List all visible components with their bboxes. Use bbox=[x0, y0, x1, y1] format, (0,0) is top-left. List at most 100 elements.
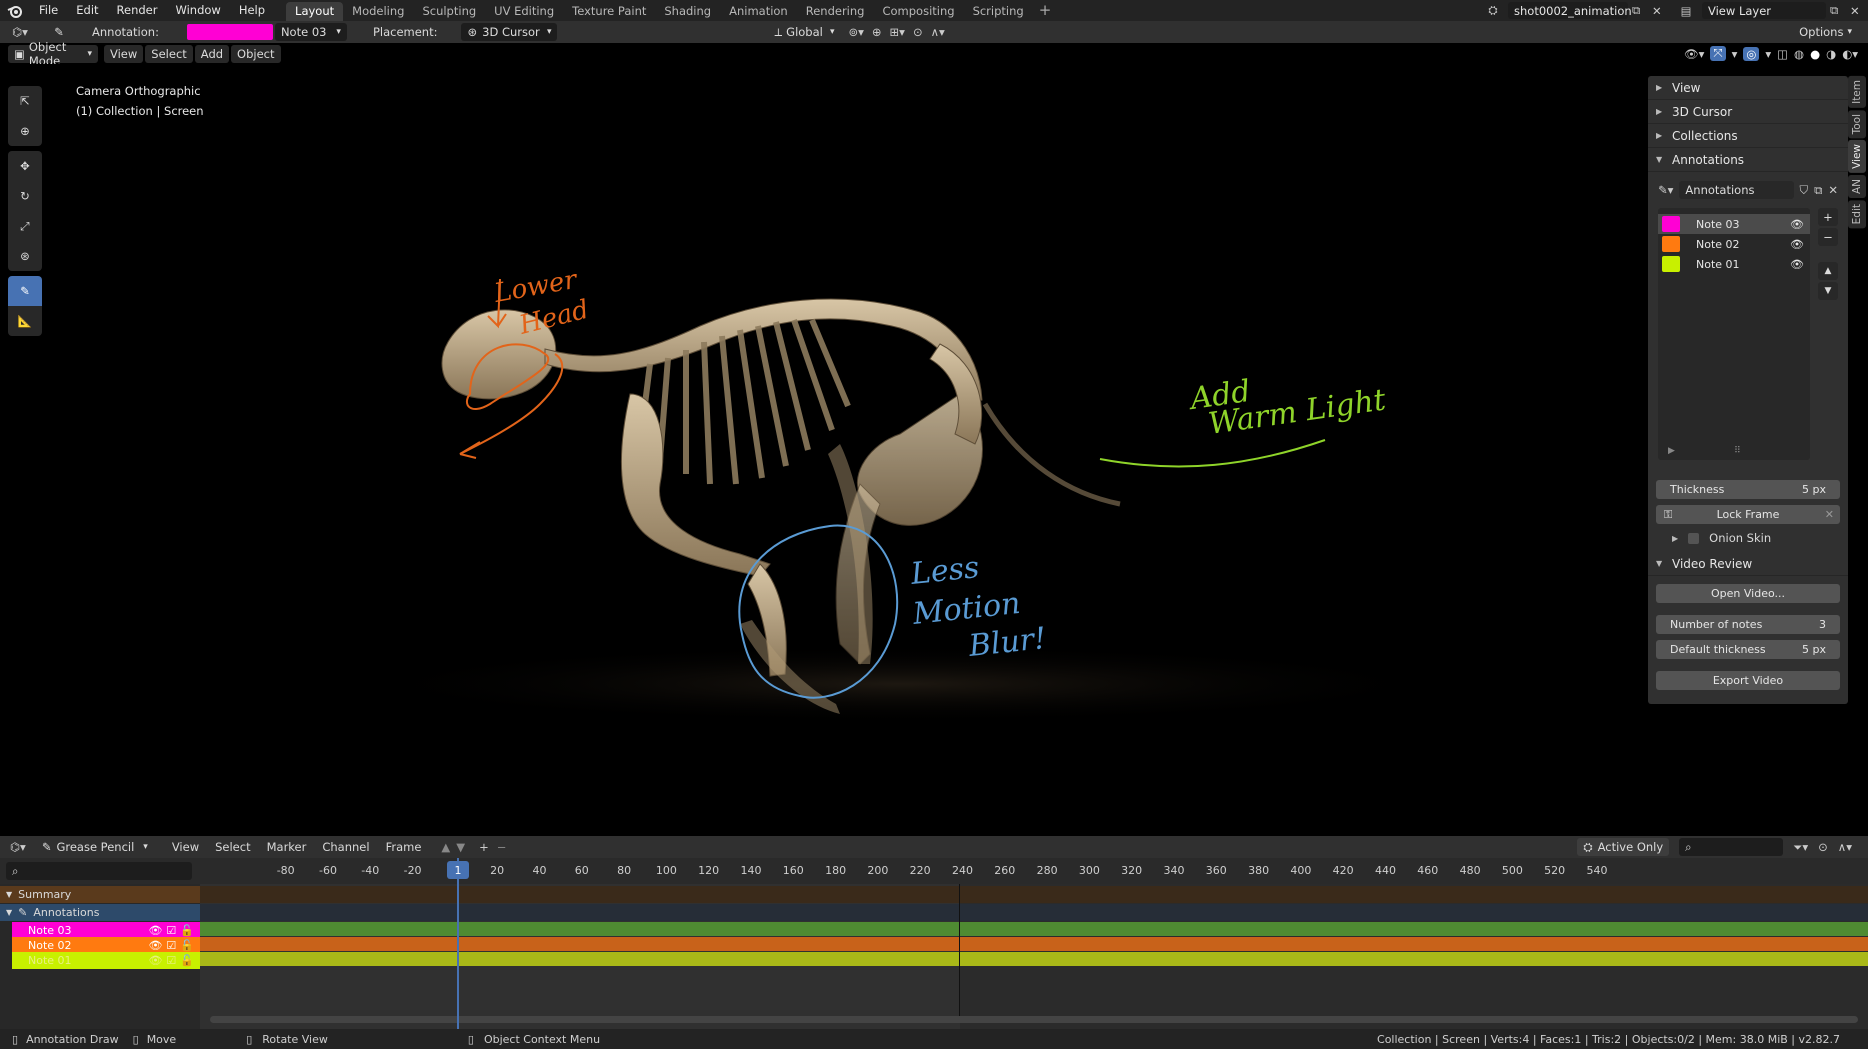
workspace-tab-scripting[interactable]: Scripting bbox=[964, 2, 1033, 21]
onion-skin-checkbox[interactable] bbox=[1688, 532, 1700, 544]
viewport-menu-view[interactable]: View bbox=[104, 44, 144, 63]
annotation-datablock-icon[interactable]: ✎▾ bbox=[1658, 183, 1673, 197]
workspace-tab-sculpting[interactable]: Sculpting bbox=[413, 2, 485, 21]
open-video-button[interactable]: Open Video... bbox=[1656, 584, 1840, 603]
viewport-menu-select[interactable]: Select bbox=[145, 44, 193, 63]
channel-onion-icon[interactable]: ☑ bbox=[166, 939, 176, 952]
object-mode-dropdown[interactable]: ▣ Object Mode ▾ bbox=[8, 40, 98, 68]
channel-visibility-icon[interactable]: 👁 bbox=[148, 939, 162, 952]
video-review-section[interactable]: ▼ Video Review bbox=[1648, 552, 1848, 576]
layer-row-note-03[interactable]: Note 03 👁 bbox=[1658, 214, 1810, 234]
rotate-tool-icon[interactable]: ↻ bbox=[8, 181, 42, 211]
channel-lock-icon[interactable]: 🔓 bbox=[180, 924, 194, 937]
active-only-toggle[interactable]: ⛭ Active Only bbox=[1577, 838, 1670, 856]
select-tool-icon[interactable]: ⇱ bbox=[8, 86, 42, 116]
sidebar-tab-item[interactable]: Item bbox=[1848, 76, 1866, 108]
layer-visibility-icon[interactable]: 👁 bbox=[1790, 238, 1804, 251]
dopesheet-menu-channel[interactable]: Channel bbox=[314, 840, 377, 854]
visibility-icon[interactable]: 👁▾ bbox=[1684, 47, 1704, 61]
scene-name-field[interactable]: shot0002_animation bbox=[1508, 2, 1632, 19]
keyframe-bar-note-03[interactable] bbox=[200, 922, 1868, 936]
export-video-button[interactable]: Export Video bbox=[1656, 671, 1840, 690]
channel-onion-icon[interactable]: ☑ bbox=[166, 924, 176, 937]
workspace-tab-compositing[interactable]: Compositing bbox=[873, 2, 963, 21]
annotation-color-swatch[interactable] bbox=[186, 24, 273, 40]
transform-tool-icon[interactable]: ⊛ bbox=[8, 241, 42, 271]
proportional-edit-icon[interactable]: ⊙ bbox=[913, 25, 923, 39]
dopesheet-falloff-icon[interactable]: ∧▾ bbox=[1838, 840, 1852, 854]
transform-orientation-dropdown[interactable]: ⟂ Global ▾ bbox=[768, 23, 841, 41]
dopesheet-menu-marker[interactable]: Marker bbox=[259, 840, 315, 854]
proportional-icon[interactable]: ⊙ bbox=[1818, 840, 1828, 854]
3d-viewport[interactable]: Camera Orthographic (1) Collection | Scr… bbox=[0, 64, 1868, 834]
unlink-datablock-icon[interactable]: ✕ bbox=[1828, 183, 1838, 197]
copy-scene-icon[interactable]: ⧉ bbox=[1632, 3, 1648, 18]
summary-channel[interactable]: ▼ Summary bbox=[0, 886, 200, 903]
thickness-field[interactable]: Thickness 5 px bbox=[1656, 480, 1840, 499]
xray-icon[interactable]: ◫ bbox=[1777, 47, 1788, 61]
overlay-icon[interactable]: ◎ bbox=[1743, 46, 1760, 61]
annotate-tool-icon[interactable]: ✎ bbox=[8, 276, 42, 306]
menu-help[interactable]: Help bbox=[230, 0, 274, 21]
sidebar-section-view[interactable]: ▶ View bbox=[1648, 76, 1848, 100]
dopesheet-editor-type-icon[interactable]: ⌬▾ bbox=[10, 840, 26, 854]
pivot-icon[interactable]: ⊚▾ bbox=[848, 25, 863, 39]
channel-lock-icon[interactable]: 🔓 bbox=[180, 954, 194, 967]
editor-type-icon[interactable]: ⌬▾ bbox=[0, 23, 40, 41]
menu-window[interactable]: Window bbox=[166, 0, 229, 21]
viewport-menu-add[interactable]: Add bbox=[194, 44, 230, 63]
move-tool-icon[interactable]: ✥ bbox=[8, 151, 42, 181]
list-resize-grip[interactable]: ▶ ⠿ bbox=[1658, 446, 1810, 456]
move-layer-up-button[interactable]: ▲ bbox=[1818, 262, 1838, 280]
remove-layer-button[interactable]: − bbox=[1818, 228, 1838, 246]
layer-visibility-icon[interactable]: 👁 bbox=[1790, 218, 1804, 231]
sidebar-section-annotations[interactable]: ▼ Annotations bbox=[1648, 148, 1848, 172]
default-thickness-field[interactable]: Default thickness 5 px bbox=[1656, 640, 1840, 659]
layer-color-swatch[interactable] bbox=[1662, 236, 1680, 252]
view-layer-icon[interactable]: ▤ bbox=[1674, 4, 1698, 18]
sidebar-section-collections[interactable]: ▶ Collections bbox=[1648, 124, 1848, 148]
falloff-icon[interactable]: ∧▾ bbox=[931, 25, 945, 39]
measure-tool-icon[interactable]: 📐 bbox=[8, 306, 42, 336]
dopesheet-mode-dropdown[interactable]: ✎ Grease Pencil ▾ bbox=[35, 838, 154, 856]
onion-skin-row[interactable]: ▶ Onion Skin bbox=[1648, 524, 1848, 552]
menu-file[interactable]: File bbox=[30, 0, 67, 21]
snap-icon[interactable]: ⊕ bbox=[872, 25, 882, 39]
channel-visibility-icon[interactable]: 👁 bbox=[148, 954, 162, 967]
scale-tool-icon[interactable]: ⤢ bbox=[8, 211, 42, 241]
rendered-shading-icon[interactable]: ◐▾ bbox=[1842, 47, 1858, 61]
menu-edit[interactable]: Edit bbox=[67, 0, 107, 21]
close-view-layer-icon[interactable]: ✕ bbox=[1850, 4, 1868, 18]
keyframe-bar-note-01[interactable] bbox=[200, 952, 1868, 966]
layer-up-icon[interactable]: ▲ bbox=[441, 840, 450, 854]
scene-icon[interactable]: ⛭ bbox=[1482, 3, 1504, 18]
layer-color-swatch[interactable] bbox=[1662, 216, 1680, 232]
dopesheet-menu-view[interactable]: View bbox=[164, 840, 207, 854]
sidebar-tab-an[interactable]: AN bbox=[1848, 175, 1866, 199]
sidebar-tab-view[interactable]: View bbox=[1848, 140, 1866, 174]
current-frame-indicator[interactable]: 1 bbox=[447, 861, 469, 879]
workspace-tab-texture-paint[interactable]: Texture Paint bbox=[563, 2, 655, 21]
copy-datablock-icon[interactable]: ⧉ bbox=[1814, 183, 1822, 198]
fake-user-icon[interactable]: ⛉ bbox=[1800, 183, 1809, 198]
solid-shading-icon[interactable]: ● bbox=[1810, 47, 1820, 61]
filter-icon[interactable]: ⏷▾ bbox=[1793, 840, 1808, 855]
workspace-tab-modeling[interactable]: Modeling bbox=[343, 2, 413, 21]
layer-row-note-02[interactable]: Note 02 👁 bbox=[1658, 234, 1810, 254]
move-layer-down-button[interactable]: ▼ bbox=[1818, 282, 1838, 300]
annotation-layer-dropdown[interactable]: Note 03 ▾ bbox=[274, 23, 347, 41]
dopesheet-search-field[interactable]: ⌕ bbox=[1679, 838, 1784, 856]
workspace-tab-animation[interactable]: Animation bbox=[720, 2, 797, 21]
gizmo-dropdown-icon[interactable]: ▾ bbox=[1732, 47, 1738, 61]
close-scene-icon[interactable]: ✕ bbox=[1652, 4, 1670, 18]
material-shading-icon[interactable]: ◑ bbox=[1826, 47, 1836, 61]
layer-down-icon[interactable]: ▼ bbox=[456, 840, 465, 854]
workspace-tab-rendering[interactable]: Rendering bbox=[797, 2, 874, 21]
channel-search-field[interactable]: ⌕ bbox=[6, 862, 192, 880]
add-workspace-button[interactable]: + bbox=[1033, 1, 1058, 20]
keyframe-region[interactable] bbox=[200, 884, 1868, 1029]
workspace-tab-shading[interactable]: Shading bbox=[655, 2, 720, 21]
keyframe-bar-note-02[interactable] bbox=[200, 937, 1868, 951]
gizmo-icon[interactable]: ⤧ bbox=[1710, 46, 1726, 61]
snap-target-icon[interactable]: ⊞▾ bbox=[890, 25, 905, 39]
